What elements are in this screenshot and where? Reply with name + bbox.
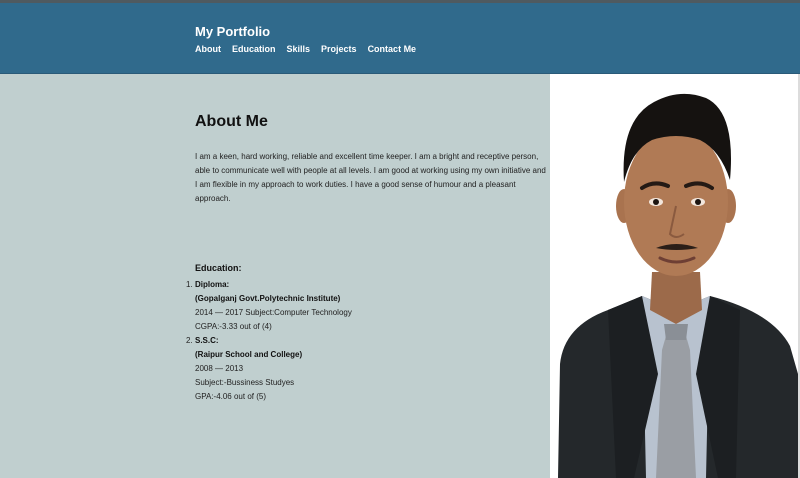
education-years: 2008 — 2013 <box>195 364 244 373</box>
about-heading: About Me <box>195 113 268 130</box>
nav-link-skills[interactable]: Skills <box>287 44 311 54</box>
education-item-diploma: 1. Diploma: (Gopalganj Govt.Polytechnic … <box>186 278 352 334</box>
education-list: 1. Diploma: (Gopalganj Govt.Polytechnic … <box>186 278 352 404</box>
education-heading: Education: <box>195 263 242 273</box>
list-number: 2. <box>186 336 193 345</box>
education-degree: Diploma: <box>195 280 230 289</box>
education-grade: GPA:-4.06 out of (5) <box>195 392 266 401</box>
profile-photo-panel <box>550 74 798 478</box>
education-years-subject: 2014 — 2017 Subject:Computer Technology <box>195 308 352 317</box>
profile-photo <box>550 74 798 478</box>
education-item-ssc: 2. S.S.C: (Raipur School and College) 20… <box>186 334 352 404</box>
nav-link-projects[interactable]: Projects <box>321 44 357 54</box>
content-panel <box>0 74 550 478</box>
nav-link-contact-me[interactable]: Contact Me <box>368 44 417 54</box>
nav-link-education[interactable]: Education <box>232 44 276 54</box>
site-title[interactable]: My Portfolio <box>195 24 270 39</box>
education-institute: (Gopalganj Govt.Polytechnic Institute) <box>195 294 341 303</box>
list-number: 1. <box>186 280 193 289</box>
education-institute: (Raipur School and College) <box>195 350 303 359</box>
education-subject: Subject:-Bussiness Studyes <box>195 378 295 387</box>
nav-link-about[interactable]: About <box>195 44 221 54</box>
site-header: My Portfolio About Education Skills Proj… <box>0 3 800 74</box>
main-nav: About Education Skills Projects Contact … <box>195 44 416 54</box>
about-paragraph: I am a keen, hard working, reliable and … <box>195 152 546 203</box>
education-degree: S.S.C: <box>195 336 219 345</box>
education-grade: CGPA:-3.33 out of (4) <box>195 322 272 331</box>
